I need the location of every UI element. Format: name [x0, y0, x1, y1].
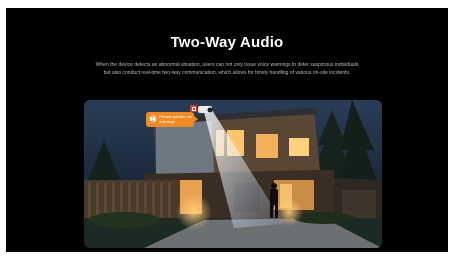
voice-warning-text: Private garden, no entering!	[159, 114, 192, 124]
section-title: Two-Way Audio	[170, 34, 284, 51]
section-description: When the device detects an abnormal situ…	[95, 62, 359, 76]
night-house-scene-image: Private garden, no entering!	[84, 100, 382, 248]
house-illustration	[84, 100, 382, 248]
speaker-icon	[149, 115, 157, 123]
voice-warning-bubble: Private garden, no entering!	[146, 112, 198, 127]
feature-section: Two-Way Audio When the device detects an…	[6, 8, 448, 252]
alarm-badge-icon	[190, 105, 197, 112]
